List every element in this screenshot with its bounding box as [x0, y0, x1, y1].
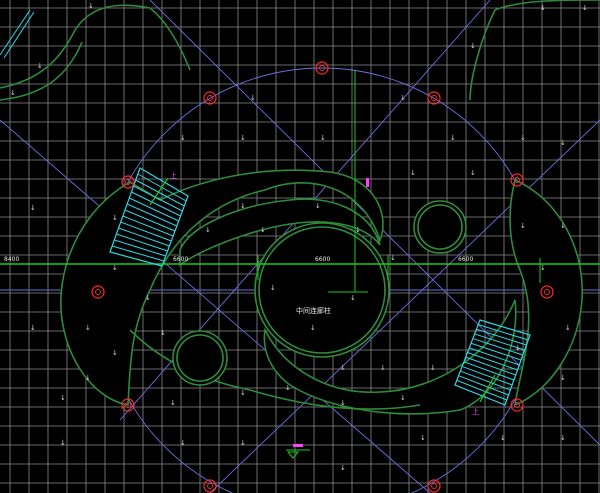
- dimension-label: 8400: [4, 256, 19, 263]
- flow-arrow: ↓: [470, 169, 476, 177]
- flow-arrow: ↓: [355, 226, 361, 234]
- flow-arrow: ↓: [240, 202, 246, 210]
- flow-arrow: ↓: [240, 134, 246, 142]
- site-plan-drawing: ↓ ↓ ↓ ↓ ↓ ↓ ↓ ↓ ↓ ↓ ↓ ↓ ↓ ↓ ↓ ↓ ↓ ↓ ↓ ↓ ↓ ↓ ↓ ↓ ↓ ↓ ↓ ↓ ↓ ↓ ↓ ↓ ↓ ↓ ↓ ↓ ↓ ↓ ↓ ↓…: [0, 0, 600, 493]
- flow-arrow: ↓: [500, 434, 506, 442]
- flow-arrow: ↓: [85, 374, 91, 382]
- flow-arrow: ↓: [400, 94, 406, 102]
- flow-arrow: ↓: [112, 214, 118, 222]
- column-core: [207, 483, 213, 489]
- flow-arrow: ↓: [180, 134, 186, 142]
- level-symbol: [286, 444, 310, 459]
- dimension-label: 6600: [458, 256, 473, 263]
- upper-left-path-outer: [0, 4, 191, 89]
- flow-arrow: ↓: [145, 294, 151, 302]
- flow-arrow: ↓: [560, 434, 566, 442]
- stair-up-mark: 上: [472, 407, 479, 416]
- planter-right: [413, 200, 467, 254]
- flow-arrow: ↓: [340, 364, 346, 372]
- upper-left-rail: [3, 11, 35, 59]
- flow-arrow: ↓: [380, 364, 386, 372]
- flow-arrow: ↓: [250, 94, 256, 102]
- flow-arrow: ↓: [390, 254, 396, 262]
- flow-arrow: ↓: [30, 204, 36, 212]
- flow-arrow: ↓: [582, 4, 588, 12]
- flow-arrow: ↓: [450, 134, 456, 142]
- column-core: [431, 483, 437, 489]
- flow-arrow: ↓: [340, 399, 346, 407]
- level-marker: [366, 178, 369, 187]
- flow-arrow: ↓: [205, 226, 211, 234]
- flow-arrow: ↓: [420, 434, 426, 442]
- flow-arrow: ↓: [560, 374, 566, 382]
- flow-arrow: ↓: [160, 329, 166, 337]
- flow-arrow: ↓: [37, 62, 43, 70]
- planter-left: [172, 330, 228, 386]
- stair-up-mark: 上: [170, 171, 177, 180]
- flow-arrow: ↓: [430, 364, 436, 372]
- flow-arrow: ↓: [285, 384, 291, 392]
- flow-arrow: ↓: [10, 89, 16, 97]
- flow-arrow: ↓: [320, 134, 326, 142]
- flow-arrow: ↓: [540, 4, 546, 12]
- level-symbol-triangle: [286, 451, 300, 459]
- flow-arrow: ↓: [520, 134, 526, 142]
- flow-arrow: ↓: [260, 226, 266, 234]
- flow-arrow: ↓: [60, 439, 66, 447]
- center-label: 中间连廊柱: [296, 306, 331, 315]
- flow-arrow: ↓: [170, 399, 176, 407]
- flow-arrow: ↓: [470, 42, 476, 50]
- flow-arrow: ↓: [60, 394, 66, 402]
- upper-right-path: [469, 0, 600, 101]
- dimension-label: 6600: [173, 256, 188, 263]
- flow-arrow: ↓: [560, 139, 566, 147]
- flow-arrow: ↓: [88, 2, 94, 10]
- flow-arrow: ↓: [540, 264, 546, 272]
- flow-arrow: ↓: [240, 439, 246, 447]
- flow-arrow: ↓: [350, 294, 356, 302]
- flow-arrow: ↓: [85, 324, 91, 332]
- flow-arrow: ↓: [565, 324, 571, 332]
- flow-arrow: ↓: [112, 349, 118, 357]
- cad-viewport[interactable]: ↓ ↓ ↓ ↓ ↓ ↓ ↓ ↓ ↓ ↓ ↓ ↓ ↓ ↓ ↓ ↓ ↓ ↓ ↓ ↓ ↓ ↓ ↓ ↓ ↓ ↓ ↓ ↓ ↓ ↓ ↓ ↓ ↓ ↓ ↓ ↓ ↓ ↓ ↓ ↓…: [0, 0, 600, 493]
- upper-left-rail: [0, 9, 31, 56]
- flow-arrow: ↓: [400, 394, 406, 402]
- flow-arrow: ↓: [180, 439, 186, 447]
- flow-arrow: ↓: [30, 324, 36, 332]
- flow-arrow: ↓: [315, 202, 321, 210]
- right-crescent-path: [509, 178, 583, 407]
- flow-arrow: ↓: [560, 222, 566, 230]
- level-symbol-bar: [293, 444, 303, 447]
- flow-arrow: ↓: [240, 389, 246, 397]
- flow-arrow: ↓: [515, 344, 521, 352]
- flow-arrow: ↓: [270, 284, 276, 292]
- flow-arrow: ↓: [520, 222, 526, 230]
- flow-arrow: ↓: [340, 464, 346, 472]
- dimension-label: 6600: [315, 256, 330, 263]
- flow-arrow: ↓: [410, 169, 416, 177]
- flow-arrow: ↓: [310, 324, 316, 332]
- flow-arrow: ↓: [112, 264, 118, 272]
